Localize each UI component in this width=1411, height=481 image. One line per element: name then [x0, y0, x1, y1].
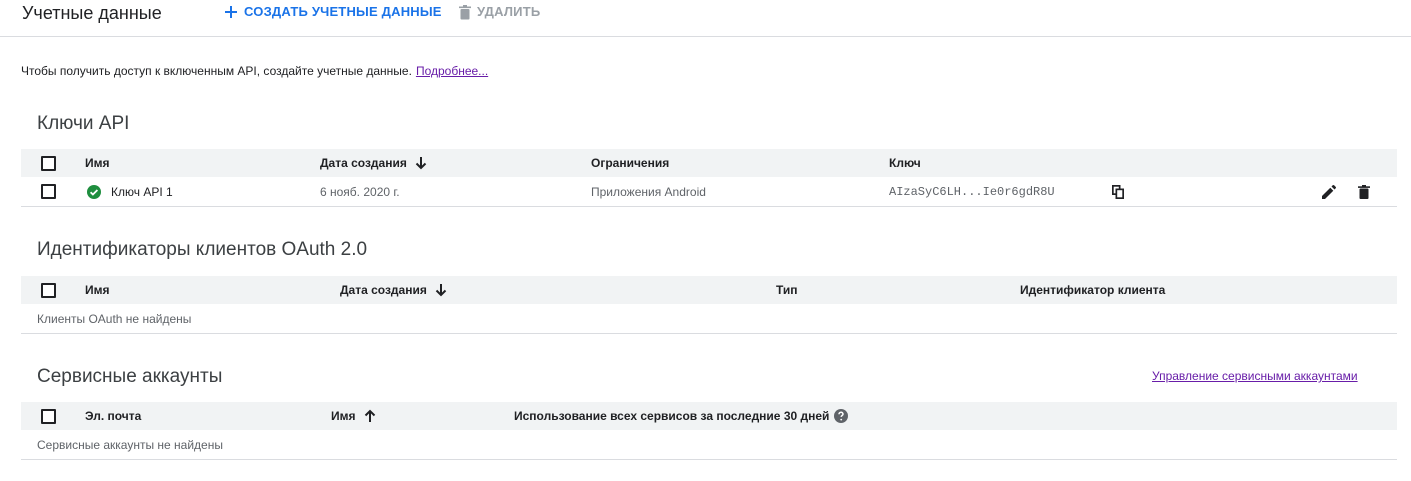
column-created[interactable]: Дата создания [340, 276, 447, 304]
column-key: Ключ [889, 156, 921, 170]
column-email: Эл. почта [85, 409, 142, 423]
intro-message: Чтобы получить доступ к включенным API, … [21, 64, 412, 78]
column-usage-label: Использование всех сервисов за последние… [514, 409, 830, 423]
create-credentials-button[interactable]: СОЗДАТЬ УЧЕТНЫЕ ДАННЫЕ [224, 2, 442, 22]
trash-icon [1358, 184, 1370, 199]
delete-key-button[interactable] [1356, 177, 1372, 206]
select-all-checkbox[interactable] [41, 408, 56, 424]
edit-key-button[interactable] [1321, 177, 1337, 206]
column-type: Тип [776, 283, 798, 297]
help-icon[interactable] [834, 409, 849, 423]
column-created-label: Дата создания [340, 283, 427, 297]
api-keys-table: Имя Дата создания Ограничения Ключ Ключ … [21, 149, 1397, 207]
table-row[interactable]: Ключ API 1 6 нояб. 2020 г. Приложения An… [21, 177, 1397, 207]
oauth-section-title: Идентификаторы клиентов OAuth 2.0 [37, 239, 368, 260]
learn-more-link[interactable]: Подробнее... [416, 64, 488, 78]
column-usage: Использование всех сервисов за последние… [514, 402, 849, 430]
column-created[interactable]: Дата создания [320, 149, 427, 177]
trash-icon [459, 4, 471, 19]
column-created-label: Дата создания [320, 156, 407, 170]
create-credentials-label: СОЗДАТЬ УЧЕТНЫЕ ДАННЫЕ [244, 4, 442, 19]
arrow-down-icon [415, 157, 427, 170]
column-restrictions: Ограничения [591, 156, 670, 170]
service-accounts-table: Эл. почта Имя Использование всех сервисо… [21, 402, 1397, 460]
empty-state-text: Клиенты OAuth не найдены [37, 311, 192, 326]
service-accounts-section-title: Сервисные аккаунты [37, 366, 223, 387]
api-key-name: Ключ API 1 [111, 184, 173, 199]
select-all-checkbox[interactable] [41, 155, 56, 171]
api-key-created: 6 нояб. 2020 г. [320, 184, 400, 199]
api-key-name-cell[interactable]: Ключ API 1 [87, 177, 173, 206]
row-checkbox[interactable] [41, 184, 56, 199]
delete-label: УДАЛИТЬ [477, 4, 541, 19]
table-header: Имя Дата создания Ограничения Ключ [21, 149, 1397, 177]
select-all-checkbox[interactable] [41, 282, 56, 298]
column-name: Имя [85, 283, 110, 297]
check-circle-icon [87, 184, 101, 199]
api-key-value: AIzaSyC6LH...Ie0r6gdR8U [889, 184, 1055, 199]
column-name: Имя [85, 156, 110, 170]
empty-state: Сервисные аккаунты не найдены [21, 430, 1397, 460]
copy-icon [1112, 184, 1124, 199]
delete-button[interactable]: УДАЛИТЬ [459, 2, 540, 22]
column-name-label: Имя [331, 409, 356, 423]
empty-state: Клиенты OAuth не найдены [21, 304, 1397, 334]
table-header: Имя Дата создания Тип Идентификатор клие… [21, 276, 1397, 304]
column-name[interactable]: Имя [331, 402, 376, 430]
table-header: Эл. почта Имя Использование всех сервисо… [21, 402, 1397, 430]
pencil-icon [1322, 184, 1336, 199]
intro-text: Чтобы получить доступ к включенным API, … [21, 63, 488, 79]
page-title: Учетные данные [22, 3, 162, 23]
api-keys-section-title: Ключи API [37, 113, 130, 134]
toolbar: Учетные данные СОЗДАТЬ УЧЕТНЫЕ ДАННЫЕ УД… [0, 0, 1411, 37]
column-client-id: Идентификатор клиента [1020, 283, 1166, 297]
plus-icon [225, 6, 237, 18]
empty-state-text: Сервисные аккаунты не найдены [37, 437, 223, 452]
api-key-restrictions: Приложения Android [591, 184, 706, 199]
oauth-table: Имя Дата создания Тип Идентификатор клие… [21, 276, 1397, 334]
manage-service-accounts-link[interactable]: Управление сервисными аккаунтами [1152, 368, 1358, 384]
copy-key-button[interactable] [1110, 177, 1126, 206]
arrow-down-icon [435, 284, 447, 297]
arrow-up-icon [364, 409, 375, 422]
